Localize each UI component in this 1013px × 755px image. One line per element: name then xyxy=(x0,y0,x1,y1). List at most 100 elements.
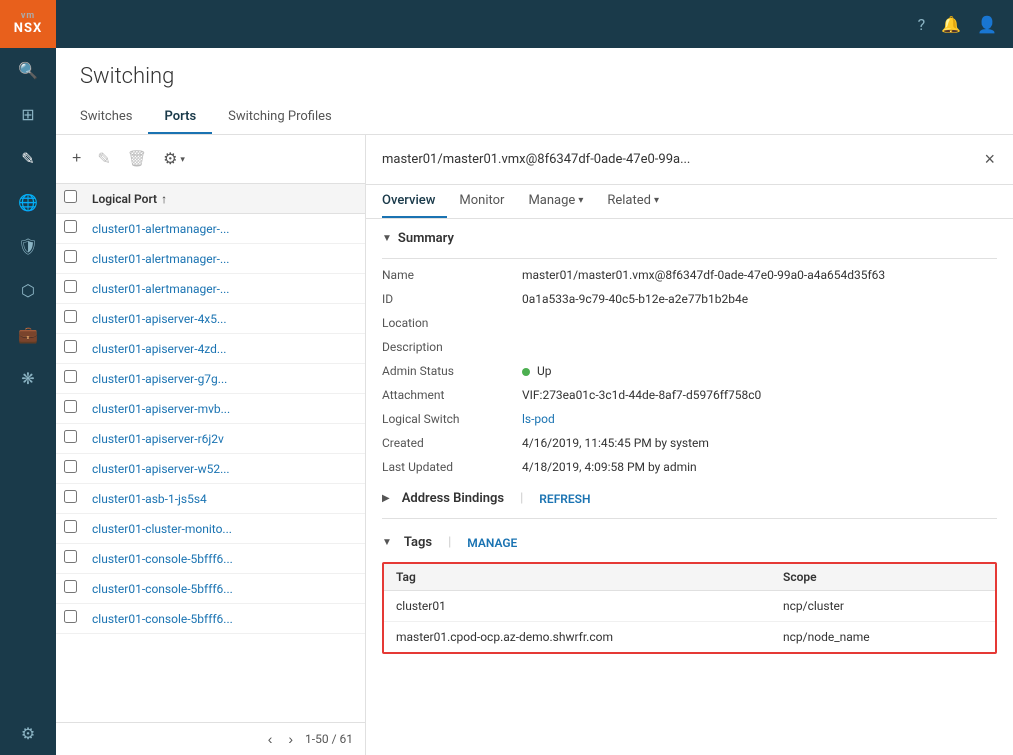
detail-tab-overview[interactable]: Overview xyxy=(382,185,447,218)
globe-icon: 🌐 xyxy=(18,193,38,212)
topnav: ? 🔔 👤 xyxy=(56,0,1013,48)
table-row: cluster01-apiserver-w52... xyxy=(56,454,365,484)
row-link[interactable]: cluster01-apiserver-4zd... xyxy=(92,342,226,356)
row-checkbox[interactable] xyxy=(64,430,77,443)
sidebar-item-shield[interactable]: 🛡 xyxy=(0,224,56,268)
tab-switching-profiles[interactable]: Switching Profiles xyxy=(212,101,348,134)
page-header: Switching Switches Ports Switching Profi… xyxy=(56,48,1013,135)
row-link[interactable]: cluster01-asb-1-js5s4 xyxy=(92,492,207,506)
detail-content: ▼ Summary Name master01/master01.vmx@8f6… xyxy=(366,219,1013,755)
sidebar-item-search[interactable]: 🔍 xyxy=(0,48,56,92)
row-checkbox[interactable] xyxy=(64,310,77,323)
row-link[interactable]: cluster01-console-5bfff6... xyxy=(92,582,233,596)
sort-icon: ↑ xyxy=(161,192,167,206)
left-panel: + ✎ 🗑 ⚙ ▾ Logical Port ↑ xyxy=(56,135,366,755)
delete-button[interactable]: 🗑 xyxy=(123,145,151,173)
table-row: cluster01-console-5bfff6... xyxy=(56,574,365,604)
row-checkbox[interactable] xyxy=(64,370,77,383)
row-link[interactable]: cluster01-apiserver-r6j2v xyxy=(92,432,224,446)
pagination-prev[interactable]: ‹ xyxy=(264,729,277,749)
address-collapse-icon: ▶ xyxy=(382,493,390,504)
row-link[interactable]: cluster01-apiserver-w52... xyxy=(92,462,230,476)
row-link[interactable]: cluster01-apiserver-4x5... xyxy=(92,312,227,326)
row-checkbox[interactable] xyxy=(64,220,77,233)
tags-table-header: Tag Scope xyxy=(384,564,995,591)
row-checkbox[interactable] xyxy=(64,460,77,473)
sidebar-item-puzzle[interactable]: ⬡ xyxy=(0,268,56,312)
edit-button[interactable]: ✎ xyxy=(93,145,114,173)
row-checkbox[interactable] xyxy=(64,580,77,593)
field-name: Name master01/master01.vmx@8f6347df-0ade… xyxy=(382,263,997,287)
help-icon[interactable]: ? xyxy=(918,15,926,34)
row-link[interactable]: cluster01-alertmanager-... xyxy=(92,282,229,296)
sidebar-item-briefcase[interactable]: 💼 xyxy=(0,312,56,356)
row-link[interactable]: cluster01-cluster-monito... xyxy=(92,522,232,536)
row-checkbox[interactable] xyxy=(64,550,77,563)
table-row: cluster01-asb-1-js5s4 xyxy=(56,484,365,514)
sidebar-item-settings[interactable]: ⚙ xyxy=(0,711,56,755)
app-logo-text: vm NSX xyxy=(14,12,42,36)
manage-tags-button[interactable]: MANAGE xyxy=(467,536,517,550)
detail-tab-manage[interactable]: Manage xyxy=(516,185,595,218)
summary-label: Summary xyxy=(398,231,454,246)
notifications-icon[interactable]: 🔔 xyxy=(941,15,961,34)
row-checkbox[interactable] xyxy=(64,520,77,533)
row-link[interactable]: cluster01-alertmanager-... xyxy=(92,222,229,236)
dashboard-icon: ⊞ xyxy=(21,105,34,124)
detail-tab-monitor[interactable]: Monitor xyxy=(447,185,516,218)
pagination-next[interactable]: › xyxy=(284,729,297,749)
row-link[interactable]: cluster01-alertmanager-... xyxy=(92,252,229,266)
sidebar-item-globe[interactable]: 🌐 xyxy=(0,180,56,224)
row-checkbox[interactable] xyxy=(64,610,77,623)
row-checkbox[interactable] xyxy=(64,250,77,263)
table-row: cluster01-console-5bfff6... xyxy=(56,544,365,574)
logical-switch-link[interactable]: ls-pod xyxy=(522,412,997,426)
sidebar-item-nodes[interactable]: ❋ xyxy=(0,356,56,400)
settings-dropdown-icon: ▾ xyxy=(180,154,185,165)
add-button[interactable]: + xyxy=(68,146,85,172)
field-description: Description xyxy=(382,335,997,359)
table-row: cluster01-cluster-monito... xyxy=(56,514,365,544)
tags-row: cluster01 ncp/cluster xyxy=(384,591,995,622)
summary-section-header[interactable]: ▼ Summary xyxy=(382,219,997,254)
sidebar-item-dashboard[interactable]: ⊞ xyxy=(0,92,56,136)
select-all-input[interactable] xyxy=(64,190,77,203)
row-link[interactable]: cluster01-apiserver-g7g... xyxy=(92,372,227,386)
field-location: Location xyxy=(382,311,997,335)
tag-value-0: cluster01 xyxy=(396,599,783,613)
sidebar: vm NSX 🔍 ⊞ ✎ 🌐 🛡 ⬡ 💼 ❋ ⚙ xyxy=(0,0,56,755)
row-link[interactable]: cluster01-console-5bfff6... xyxy=(92,552,233,566)
row-link[interactable]: cluster01-apiserver-mvb... xyxy=(92,402,230,416)
sidebar-item-switching[interactable]: ✎ xyxy=(0,136,56,180)
tag-scope-1: ncp/node_name xyxy=(783,630,983,644)
table-row: cluster01-alertmanager-... xyxy=(56,244,365,274)
tab-ports[interactable]: Ports xyxy=(148,101,212,134)
content-area: Switching Switches Ports Switching Profi… xyxy=(56,48,1013,755)
address-bindings-label: Address Bindings xyxy=(402,491,504,506)
row-checkbox[interactable] xyxy=(64,400,77,413)
column-header-logical-port[interactable]: Logical Port ↑ xyxy=(92,192,357,206)
tags-sep: | xyxy=(448,535,451,550)
detail-tab-related[interactable]: Related xyxy=(595,185,671,218)
tag-value-1: master01.cpod-ocp.az-demo.shwrfr.com xyxy=(396,630,783,644)
tab-switches[interactable]: Switches xyxy=(80,101,148,134)
row-checkbox[interactable] xyxy=(64,340,77,353)
detail-close-button[interactable]: × xyxy=(982,147,997,172)
table-row: cluster01-console-5bfff6... xyxy=(56,604,365,634)
user-icon[interactable]: 👤 xyxy=(977,15,997,34)
table-rows: cluster01-alertmanager-... cluster01-ale… xyxy=(56,214,365,722)
select-all-checkbox[interactable] xyxy=(64,190,92,207)
action-sep: | xyxy=(520,491,523,506)
settings-button[interactable]: ⚙ ▾ xyxy=(159,145,189,173)
row-checkbox[interactable] xyxy=(64,280,77,293)
field-created: Created 4/16/2019, 11:45:45 PM by system xyxy=(382,431,997,455)
row-link[interactable]: cluster01-console-5bfff6... xyxy=(92,612,233,626)
split-layout: + ✎ 🗑 ⚙ ▾ Logical Port ↑ xyxy=(56,135,1013,755)
row-checkbox[interactable] xyxy=(64,490,77,503)
refresh-button[interactable]: REFRESH xyxy=(539,492,590,506)
page-title: Switching xyxy=(80,64,989,89)
table-row: cluster01-alertmanager-... xyxy=(56,214,365,244)
address-divider xyxy=(382,518,997,519)
table-row: cluster01-apiserver-4zd... xyxy=(56,334,365,364)
tags-table: Tag Scope cluster01 ncp/cluster master01… xyxy=(382,562,997,654)
